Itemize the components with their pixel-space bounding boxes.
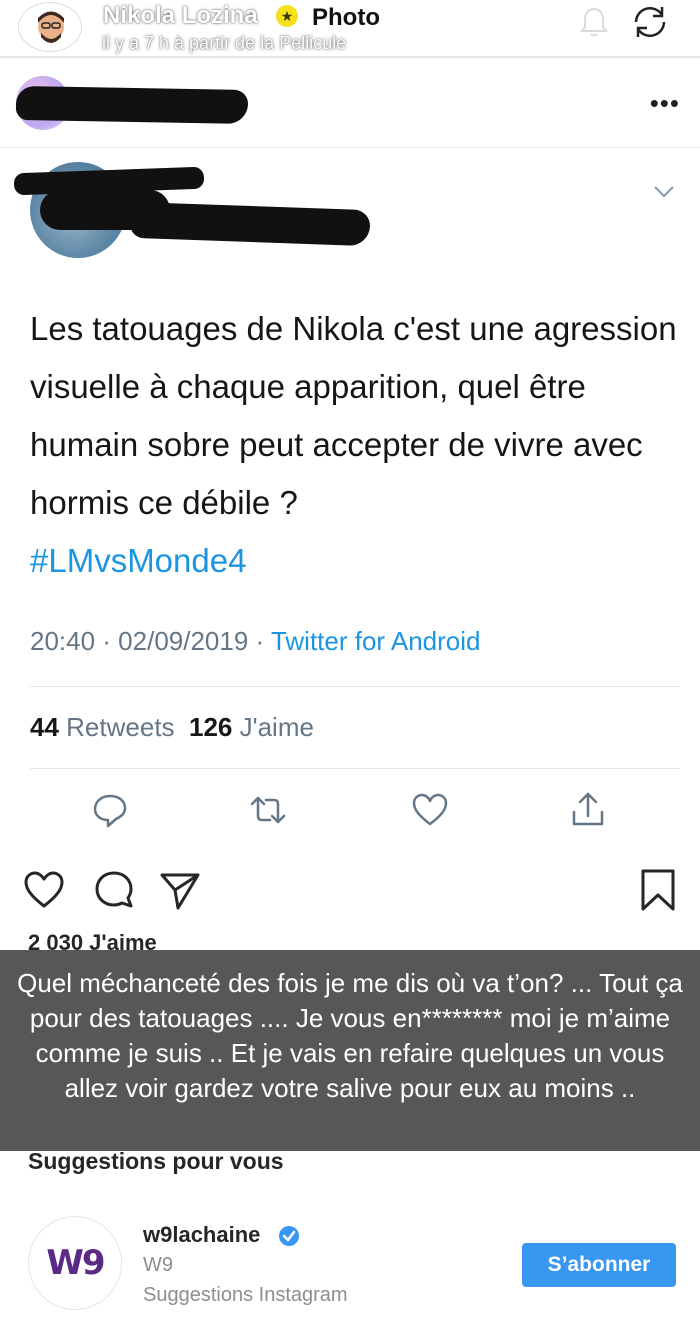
like-icon[interactable] (22, 868, 66, 912)
bookmark-icon[interactable] (636, 868, 680, 912)
tweet-stats: 44 Retweets 126 J'aime (30, 712, 314, 743)
redaction-mark (129, 201, 371, 247)
retweet-count[interactable]: 44 (30, 712, 59, 742)
star-icon: ★ (276, 5, 298, 27)
suggestion-username[interactable]: w9lachaine (143, 1222, 260, 1248)
follow-button[interactable]: S’abonner (522, 1243, 676, 1287)
send-icon[interactable] (158, 868, 202, 912)
suggestion-avatar[interactable]: W9 (28, 1216, 122, 1310)
snap-subtitle: il y a 7 h à partir de la Pellicule (102, 33, 347, 53)
like-label: J'aime (239, 712, 314, 742)
suggestions-title: Suggestions pour vous (28, 1148, 284, 1174)
tweet-time: 20:40 · 02/09/2019 · (30, 626, 271, 656)
snap-caption: Quel méchanceté des fois je me dis où va… (0, 950, 700, 1151)
comment-icon[interactable] (92, 868, 136, 912)
retweet-icon[interactable] (248, 790, 288, 830)
bitmoji-avatar[interactable] (18, 2, 82, 52)
post-header: ••• (0, 60, 700, 148)
tweet-body: Les tatouages de Nikola c'est une agress… (30, 310, 677, 521)
reply-icon[interactable] (90, 790, 130, 830)
tweet-source[interactable]: Twitter for Android (271, 626, 481, 656)
suggestion-context: Suggestions Instagram (143, 1284, 348, 1306)
tweet-meta: 20:40 · 02/09/2019 · Twitter for Android (30, 626, 480, 657)
divider (30, 768, 680, 769)
tweet-text: Les tatouages de Nikola c'est une agress… (30, 300, 680, 590)
heart-icon[interactable] (410, 790, 450, 830)
snap-header: Nikola Lozina ★ Photo il y a 7 h à parti… (0, 0, 700, 58)
snap-kind: Photo (312, 4, 380, 31)
divider (30, 686, 680, 687)
bell-icon[interactable] (576, 4, 612, 40)
rotate-icon[interactable] (628, 2, 672, 42)
suggestion-name: W9 (143, 1254, 173, 1276)
more-icon[interactable]: ••• (650, 88, 680, 119)
header-divider (0, 56, 700, 58)
like-count[interactable]: 126 (189, 712, 232, 742)
w9-logo: W9 (46, 1243, 105, 1283)
snap-username[interactable]: Nikola Lozina (103, 2, 258, 30)
verified-icon (279, 1226, 299, 1246)
retweet-label: Retweets (66, 712, 175, 742)
share-icon[interactable] (568, 790, 608, 830)
redaction-mark (15, 85, 249, 125)
tweet-hashtag[interactable]: #LMvsMonde4 (30, 542, 246, 579)
chevron-down-icon[interactable] (652, 184, 676, 200)
